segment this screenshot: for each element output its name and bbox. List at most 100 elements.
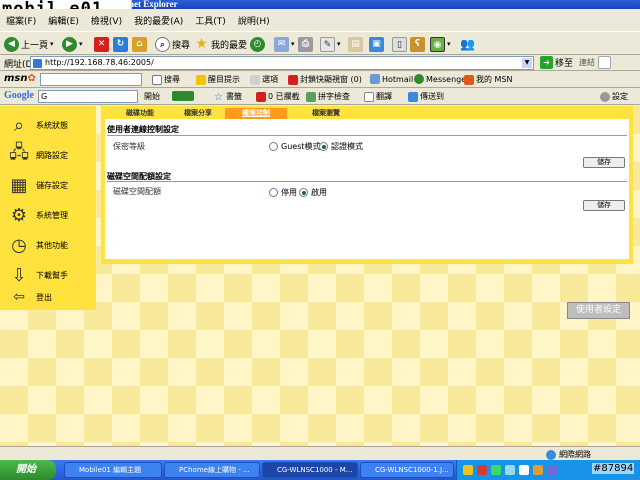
msn-hotmail-button[interactable]: Hotmail: [370, 74, 413, 84]
quota-disable-label: 停用: [281, 188, 297, 197]
radio-button-selected[interactable]: [319, 142, 328, 151]
sidebar-item-logout[interactable]: ⇦ 登出: [0, 286, 96, 308]
go-button[interactable]: ➜ 移至: [540, 56, 573, 69]
links-label[interactable]: 連結: [579, 57, 595, 68]
save-button-user-access[interactable]: 儲存: [583, 157, 625, 168]
menu-help[interactable]: 說明(H): [238, 14, 270, 27]
tab-permissions[interactable]: 權限控制: [225, 108, 287, 119]
google-spellcheck-button[interactable]: 拼字檢查: [306, 91, 350, 102]
google-settings-button[interactable]: 設定: [600, 91, 628, 102]
chevron-down-icon[interactable]: ▼: [522, 58, 532, 68]
msn-search-button[interactable]: 搜尋: [152, 74, 180, 85]
msn-search-label: 搜尋: [164, 75, 180, 84]
taskbar-item-active[interactable]: CG-WLNSC1000 - M...: [262, 462, 358, 478]
msn-logo[interactable]: msn✿: [4, 73, 36, 84]
google-translate-button[interactable]: 翻譯: [364, 91, 392, 102]
quota-enable-radio[interactable]: 啟用: [299, 187, 327, 198]
google-bookmarks-button[interactable]: ☆ 書籤: [214, 91, 242, 103]
settings-panel: 磁碟功能 檔案分享 權限控制 檔案瀏覽 使用者連線控制設定 保密等級 Guest…: [101, 106, 633, 264]
stop-button[interactable]: ✕: [94, 35, 109, 53]
forward-button[interactable]: ▶ ▾: [62, 35, 83, 53]
edit-button[interactable]: ✎ ▾: [320, 35, 341, 53]
msn-highlight-button[interactable]: 醒目提示: [196, 74, 240, 85]
address-input[interactable]: http://192.168.78.46:2005/ ▼: [30, 56, 534, 70]
media-button[interactable]: ◉ ▾: [430, 35, 451, 53]
security-zone: 網際網路: [546, 449, 591, 460]
refresh-button[interactable]: ↻: [113, 35, 128, 53]
menu-tools[interactable]: 工具(T): [195, 14, 226, 27]
mail-icon: ✉: [274, 36, 289, 52]
msn-options-label: 選項: [262, 75, 278, 84]
auth-mode-radio[interactable]: 認證模式: [319, 141, 363, 152]
radio-button[interactable]: [269, 188, 278, 197]
tray-icon[interactable]: [505, 465, 515, 475]
tray-icon[interactable]: [491, 465, 501, 475]
radio-button[interactable]: [269, 142, 278, 151]
back-label: 上一頁: [21, 40, 49, 51]
messenger-button[interactable]: ▯: [392, 35, 407, 53]
discuss-button[interactable]: ▤: [348, 35, 363, 53]
tray-icon[interactable]: [519, 465, 529, 475]
tray-icon[interactable]: [533, 465, 543, 475]
back-button[interactable]: ◀ 上一頁 ▾: [4, 35, 54, 53]
save-button-quota[interactable]: 儲存: [583, 200, 625, 211]
tab-share[interactable]: 檔案分享: [167, 108, 229, 119]
options-icon: [250, 74, 260, 85]
pagerank-icon: [172, 91, 194, 101]
quota-disable-radio[interactable]: 停用: [269, 187, 297, 198]
msn-messenger-button[interactable]: Messenger: [414, 74, 469, 84]
print-button[interactable]: ⎙: [298, 35, 313, 53]
msn-my-msn-button[interactable]: 我的 MSN: [464, 74, 513, 85]
google-send-button[interactable]: 傳送到: [408, 91, 444, 102]
menu-view[interactable]: 檢視(V): [91, 14, 122, 27]
start-button[interactable]: 開始: [0, 460, 56, 480]
research-button[interactable]: ▣: [369, 35, 384, 53]
globe-icon: [546, 449, 556, 460]
quota-label: 磁碟空間配額: [113, 187, 161, 196]
chevron-down-icon: ▾: [337, 40, 341, 48]
favorites-button[interactable]: ★ 我的最愛: [194, 35, 247, 53]
document-icon: ▯: [392, 36, 407, 52]
menu-edit[interactable]: 編輯(E): [48, 14, 79, 27]
search-icon: ⌕: [155, 36, 170, 52]
sidebar-item-system-status[interactable]: ⌕ 系統狀態: [0, 110, 96, 140]
sidebar-item-storage[interactable]: ▦ 儲存設定: [0, 170, 96, 200]
links-extend-icon[interactable]: [598, 56, 611, 69]
taskbar-item[interactable]: Mobile01 編輯主題: [64, 462, 162, 478]
tab-disk[interactable]: 磁碟功能: [109, 108, 171, 119]
menu-file[interactable]: 檔案(F): [6, 14, 36, 27]
taskbar-item[interactable]: CG-WLNSC1000-1.J...: [360, 462, 454, 478]
tray-icon[interactable]: [477, 465, 487, 475]
msn-hotmail-label: Hotmail: [382, 74, 414, 84]
user-settings-button[interactable]: 使用者設定: [567, 302, 630, 319]
go-arrow-icon: ➜: [540, 56, 553, 69]
taskbar-item[interactable]: PChome線上購物 - ...: [164, 462, 260, 478]
sidebar-item-system-admin[interactable]: ⚙ 系統管理: [0, 200, 96, 230]
menu-favorites[interactable]: 我的最愛(A): [134, 14, 183, 27]
search-button[interactable]: ⌕ 搜尋: [155, 35, 190, 53]
google-start-button[interactable]: 開始: [144, 91, 160, 102]
tab-file-browser[interactable]: 檔案瀏覽: [295, 108, 357, 119]
tray-icon[interactable]: [463, 465, 473, 475]
radio-button-selected[interactable]: [299, 188, 308, 197]
spellcheck-icon: [306, 91, 316, 102]
discuss-icon: ▤: [348, 36, 363, 52]
google-search-input[interactable]: G: [38, 90, 138, 103]
history-button[interactable]: ◴: [250, 35, 265, 53]
google-logo[interactable]: Google: [4, 90, 34, 101]
sidebar-item-network[interactable]: 🖧 網路設定: [0, 140, 96, 170]
msn-options-button[interactable]: 選項: [250, 74, 278, 85]
tray-icon[interactable]: [547, 465, 557, 475]
msn-search-input[interactable]: [40, 73, 142, 86]
google-popup-blocked[interactable]: 0 已攔截: [256, 91, 300, 102]
sidebar-item-label: 下載幫手: [36, 270, 68, 280]
section-divider: [107, 181, 627, 182]
msn-popup-blocker[interactable]: 封鎖快顯視窗 (0): [288, 74, 362, 85]
guest-mode-radio[interactable]: Guest模式: [269, 141, 321, 152]
search-icon: [152, 74, 162, 85]
sidebar-item-other[interactable]: ◷ 其他功能: [0, 230, 96, 260]
home-button[interactable]: ⌂: [132, 35, 147, 53]
bear-button[interactable]: ʕ: [410, 35, 425, 53]
contacts-button[interactable]: 👥: [460, 35, 475, 53]
mail-button[interactable]: ✉ ▾: [274, 35, 295, 53]
